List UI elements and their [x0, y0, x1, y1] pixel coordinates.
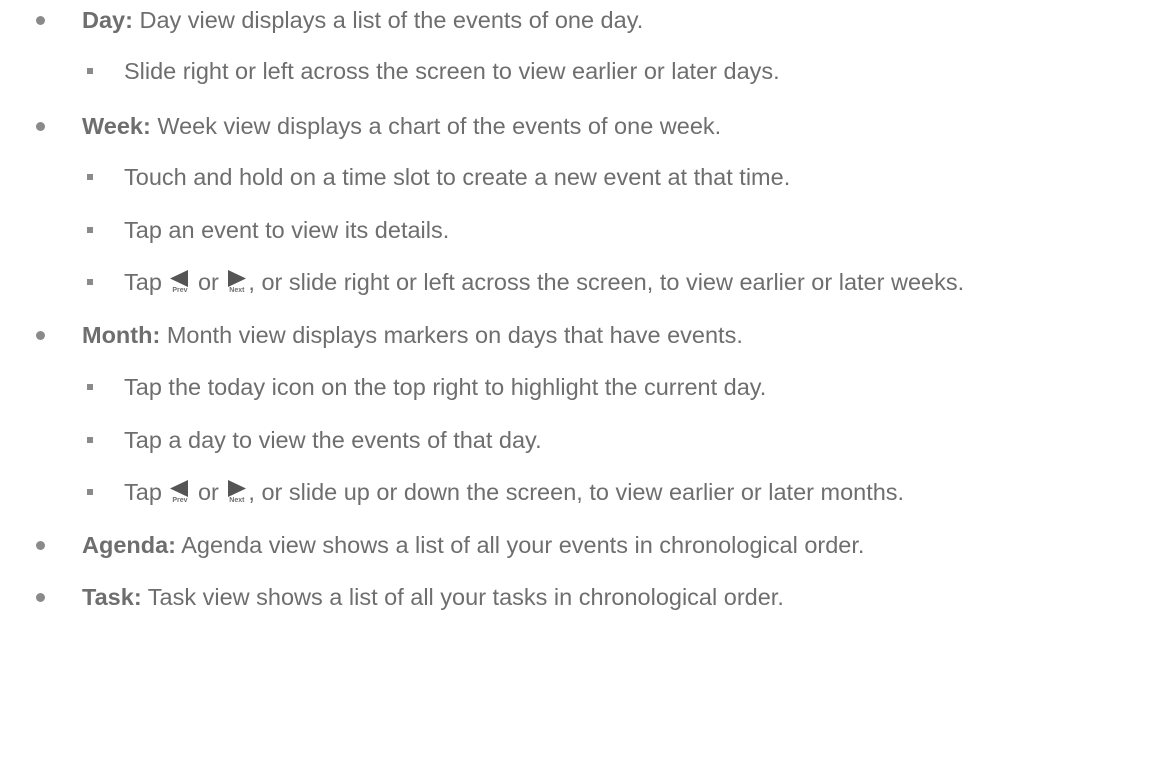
term-label: Agenda:	[82, 532, 176, 558]
next-icon: Next	[225, 477, 248, 507]
term-label: Task:	[82, 584, 142, 610]
sub-item-text-mid: or	[191, 479, 226, 505]
bullet-square	[87, 227, 93, 233]
prev-icon: Prev	[168, 267, 191, 297]
bullet-dot	[36, 593, 45, 602]
sub-item-text: Tap a day to view the events of that day…	[124, 427, 542, 453]
next-caption: Next	[229, 497, 245, 504]
prev-caption: Prev	[172, 287, 188, 294]
bullet-dot	[36, 122, 45, 131]
bullet-square	[87, 279, 93, 285]
next-caption: Next	[229, 287, 245, 294]
item-text: Task view shows a list of all your tasks…	[141, 584, 784, 610]
sub-item-text-post: , or slide right or left across the scre…	[248, 269, 965, 295]
item-text: Week view displays a chart of the events…	[150, 113, 722, 139]
sub-item-text-pre: Tap	[124, 479, 169, 505]
next-icon: Next	[225, 267, 248, 297]
sub-item-text-mid: or	[191, 269, 226, 295]
sub-item-text: Tap an event to view its details.	[124, 217, 450, 243]
item-text: Month view displays markers on days that…	[160, 322, 743, 348]
sub-item-text: Slide right or left across the screen to…	[124, 58, 780, 84]
term-label: Week:	[82, 113, 151, 139]
prev-caption: Prev	[172, 497, 188, 504]
bullet-dot	[36, 331, 45, 340]
sub-item-text-pre: Tap	[124, 269, 169, 295]
term-label: Month:	[82, 322, 161, 348]
bullet-square	[87, 68, 93, 74]
sub-item-text-post: , or slide up or down the screen, to vie…	[248, 479, 905, 505]
sub-item-text: Tap the today icon on the top right to h…	[124, 374, 767, 400]
bullet-dot	[36, 541, 45, 550]
bullet-square	[87, 174, 93, 180]
item-text: Day view displays a list of the events o…	[132, 7, 644, 33]
bullet-dot	[36, 16, 45, 25]
prev-icon: Prev	[168, 477, 191, 507]
bullet-square	[87, 489, 93, 495]
item-text: Agenda view shows a list of all your eve…	[176, 532, 865, 558]
sub-item-text: Touch and hold on a time slot to create …	[124, 164, 791, 190]
bullet-square	[87, 437, 93, 443]
term-label: Day:	[82, 7, 133, 33]
bullet-square	[87, 384, 93, 390]
